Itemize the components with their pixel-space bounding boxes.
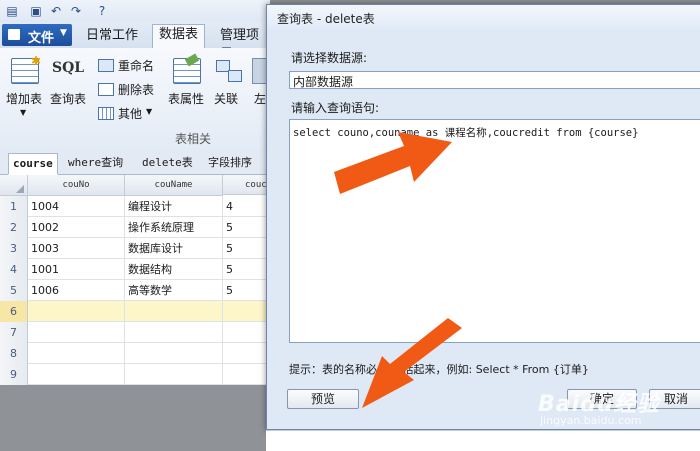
watermark-url: jingyan.baidu.com bbox=[540, 414, 642, 427]
annotation-arrows bbox=[334, 132, 462, 408]
arrow-icon bbox=[362, 318, 462, 408]
arrow-icon bbox=[334, 132, 452, 194]
